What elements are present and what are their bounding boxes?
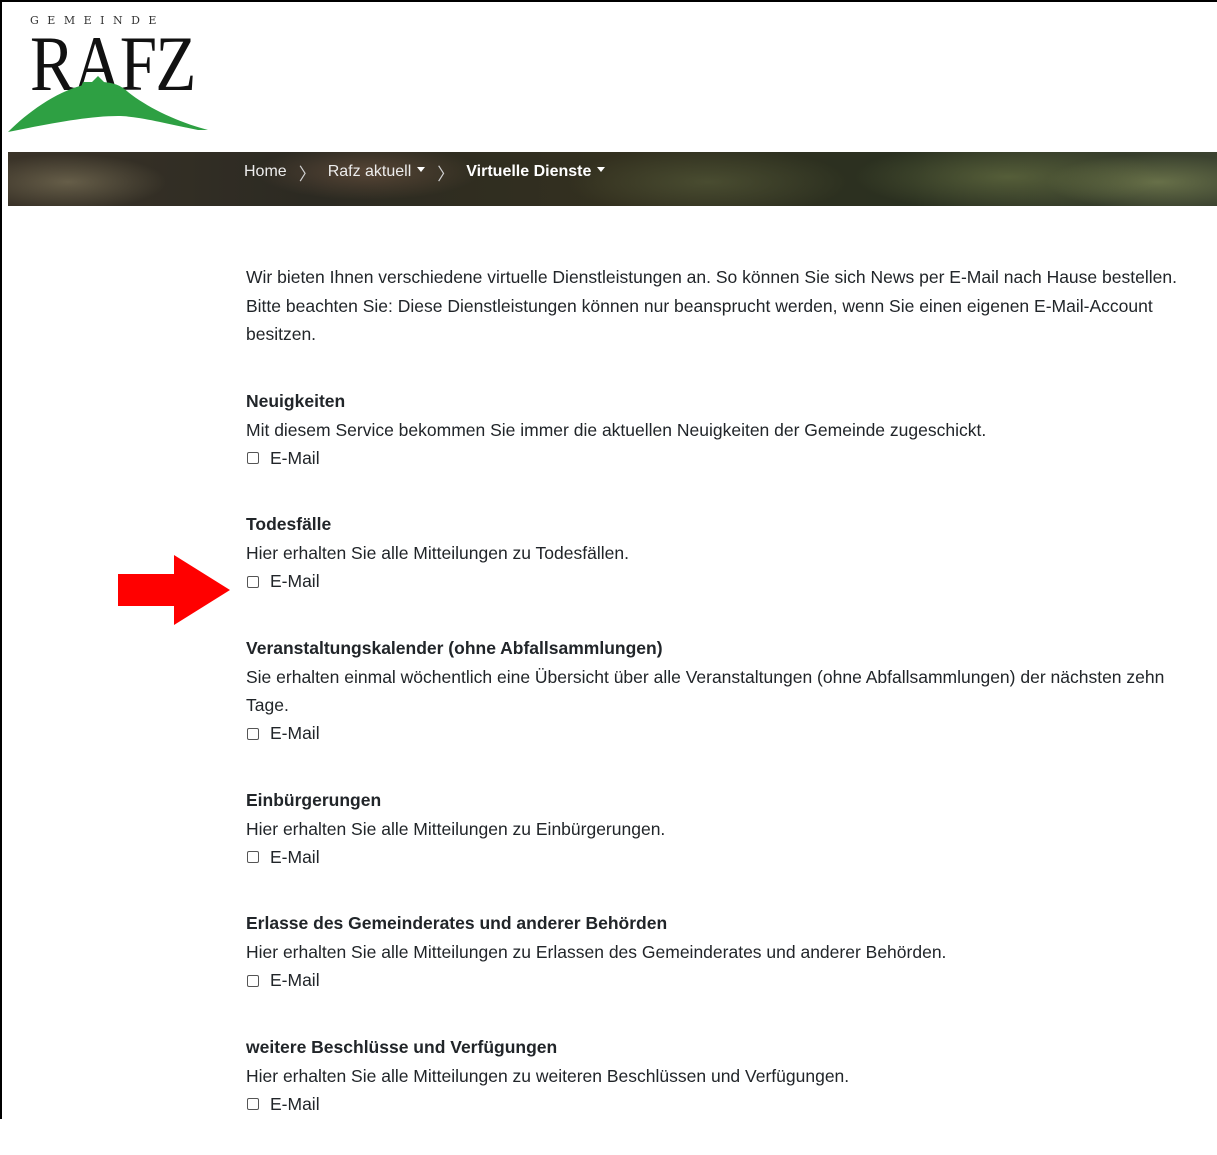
email-checkbox[interactable] [247, 452, 259, 464]
service-description: Hier erhalten Sie alle Mitteilungen zu E… [246, 942, 947, 962]
service-description: Mit diesem Service bekommen Sie immer di… [246, 419, 987, 440]
email-checkbox-label[interactable]: E-Mail [270, 444, 320, 473]
service-title: weitere Beschlüsse und Verfügungen [246, 1036, 558, 1057]
header-banner: Home 〉 Rafz aktuell 〉 Virtuelle Dienste [8, 152, 1217, 206]
email-checkbox[interactable] [247, 727, 259, 740]
breadcrumb-current-label: Virtuelle Dienste [466, 163, 592, 180]
breadcrumb: Home 〉 Rafz aktuell 〉 Virtuelle Dienste [244, 152, 606, 192]
service-description: Hier erhalten Sie alle Mitteilungen zu E… [246, 818, 666, 839]
service-title: Veranstaltungskalender (ohne Abfallsamml… [246, 637, 663, 658]
email-checkbox[interactable] [247, 575, 259, 588]
email-checkbox-row[interactable]: E-Mail [246, 1090, 1201, 1118]
email-checkbox-label[interactable]: E-Mail [270, 719, 320, 748]
service-description: Hier erhalten Sie alle Mitteilungen zu w… [246, 1065, 850, 1086]
service-neuigkeiten: Neuigkeiten Mit diesem Service bekommen … [246, 386, 1201, 473]
email-checkbox-label[interactable]: E-Mail [270, 1090, 320, 1119]
service-weitere-beschluesse: weitere Beschlüsse und Verfügungen Hier … [246, 1032, 1201, 1119]
email-checkbox[interactable] [247, 1098, 259, 1110]
caret-down-icon [597, 167, 606, 173]
email-checkbox-label[interactable]: E-Mail [270, 843, 320, 872]
service-einbuergerungen: Einbürgerungen Hier erhalten Sie alle Mi… [246, 785, 1201, 872]
service-todesfaelle: Todesfälle Hier erhalten Sie alle Mittei… [246, 509, 1201, 596]
email-checkbox-label[interactable]: E-Mail [270, 966, 320, 995]
breadcrumb-current[interactable]: Virtuelle Dienste [466, 163, 606, 181]
service-erlasse: Erlasse des Gemeinderates und anderer Be… [246, 908, 1201, 995]
email-checkbox-label[interactable]: E-Mail [270, 567, 320, 596]
email-checkbox-row[interactable]: E-Mail [246, 720, 1201, 748]
service-description: Sie erhalten einmal wöchentlich eine Übe… [246, 666, 1165, 716]
intro-text: Wir bieten Ihnen verschiedene virtuelle … [246, 267, 1177, 344]
service-title: Todesfälle [246, 514, 332, 534]
email-checkbox-row[interactable]: E-Mail [246, 568, 1201, 596]
breadcrumb-rafz-aktuell[interactable]: Rafz aktuell [328, 163, 426, 181]
service-veranstaltungskalender: Veranstaltungskalender (ohne Abfallsamml… [246, 633, 1201, 748]
breadcrumb-rafz-aktuell-label: Rafz aktuell [327, 163, 412, 180]
site-logo[interactable]: GEMEINDE RAFZ [8, 12, 208, 132]
chevron-right-icon: 〉 [298, 164, 316, 184]
chevron-right-icon: 〉 [437, 164, 455, 184]
email-checkbox-row[interactable]: E-Mail [246, 967, 1201, 995]
email-checkbox-row[interactable]: E-Mail [246, 444, 1201, 472]
service-title: Einbürgerungen [246, 789, 382, 810]
email-checkbox[interactable] [247, 974, 259, 987]
email-checkbox-row[interactable]: E-Mail [246, 843, 1201, 871]
breadcrumb-home[interactable]: Home [244, 163, 287, 181]
service-description: Hier erhalten Sie alle Mitteilungen zu T… [246, 543, 629, 563]
service-title: Neuigkeiten [246, 390, 346, 411]
red-arrow-right-icon [118, 555, 230, 625]
email-checkbox[interactable] [247, 851, 259, 863]
caret-down-icon [417, 167, 426, 173]
logo-hill-icon [8, 76, 208, 132]
main-content: Wir bieten Ihnen verschiedene virtuelle … [246, 263, 1201, 1155]
service-title: Erlasse des Gemeinderates und anderer Be… [246, 913, 668, 933]
